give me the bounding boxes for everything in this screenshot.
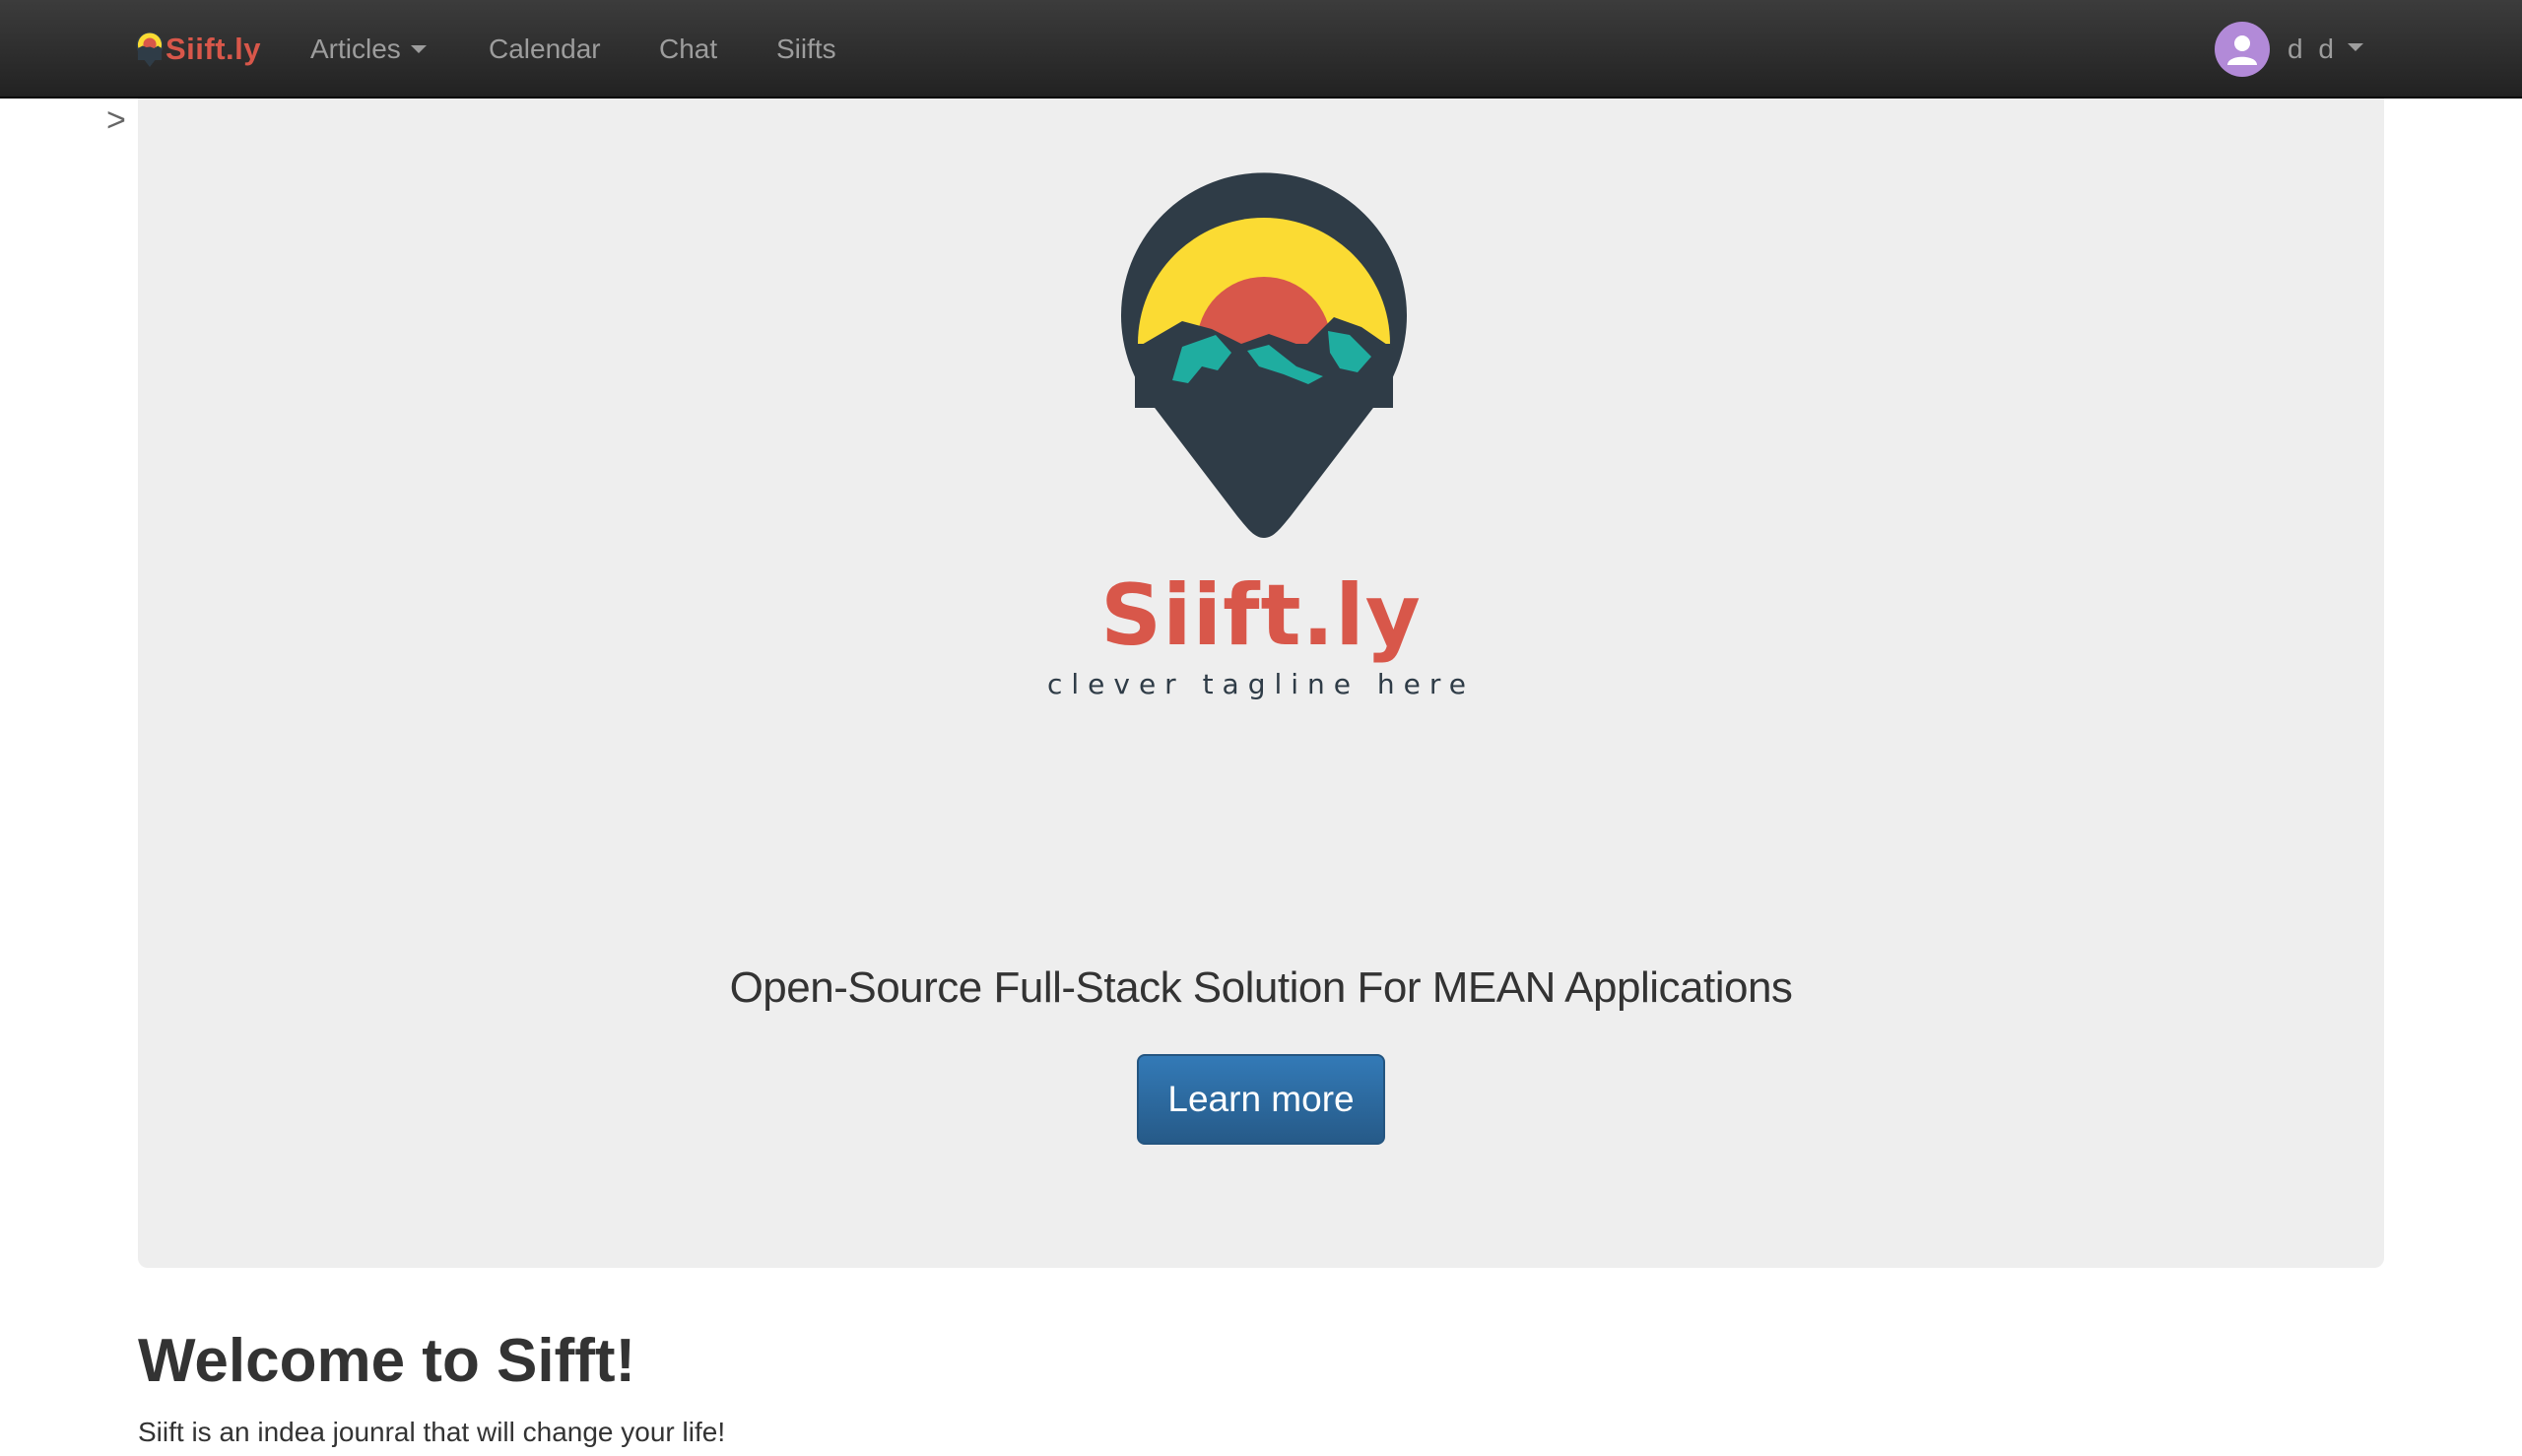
nav-articles-label: Articles — [310, 33, 401, 64]
nav-calendar-link[interactable]: Calendar — [489, 30, 601, 69]
nav-chat-link[interactable]: Chat — [659, 30, 717, 69]
brand-link[interactable]: Siift.ly — [136, 28, 261, 71]
siiftly-logo-pin-image — [1121, 172, 1407, 538]
siiftly-logo-icon — [136, 32, 164, 67]
user-avatar-icon — [2215, 22, 2270, 77]
learn-more-button[interactable]: Learn more — [1137, 1054, 1385, 1145]
welcome-text: Siift is an indea jounral that will chan… — [138, 1417, 726, 1447]
sidebar-toggle-button[interactable]: > — [106, 99, 126, 142]
brand-name: Siift.ly — [166, 32, 262, 66]
chevron-down-icon — [410, 44, 427, 53]
logo-tagline-text: clever tagline here — [1046, 668, 1476, 700]
user-name: d d — [2288, 33, 2338, 64]
nav-siifts-link[interactable]: Siifts — [776, 30, 836, 69]
nav-articles-dropdown[interactable]: Articles — [310, 30, 427, 69]
chevron-down-icon — [2347, 43, 2363, 51]
top-navbar: Siift.ly Articles Calendar Chat Siifts d… — [0, 0, 2522, 99]
user-menu-dropdown[interactable]: d d — [2215, 22, 2363, 77]
welcome-heading: Welcome to Sifft! — [138, 1327, 636, 1395]
logo-name-text: Siift.ly — [1100, 566, 1422, 665]
hero-headline: Open-Source Full-Stack Solution For MEAN… — [729, 963, 1793, 1012]
